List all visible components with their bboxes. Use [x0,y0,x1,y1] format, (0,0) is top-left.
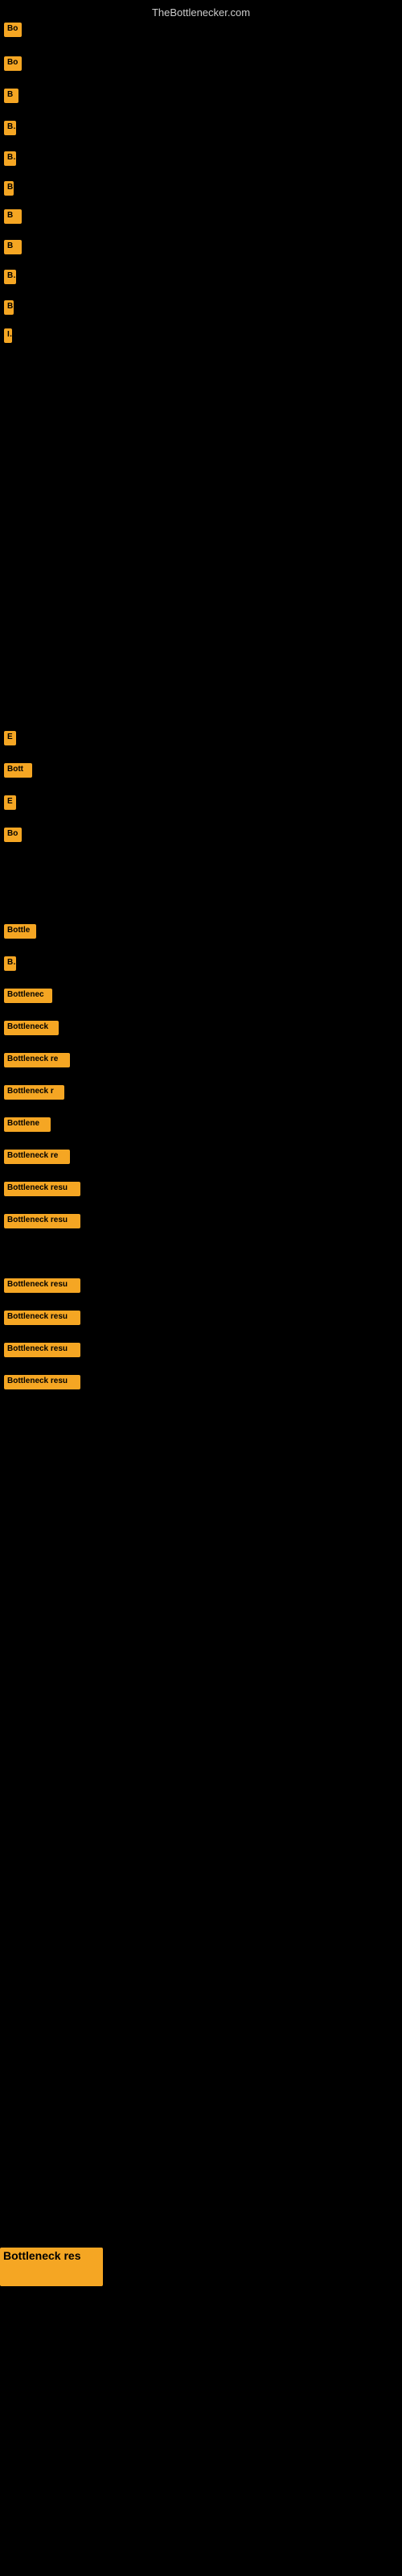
bottleneck-badge[interactable]: Bottleneck resu [4,1375,80,1389]
bottleneck-badge[interactable]: Bottleneck resu [4,1214,80,1228]
bottleneck-badge[interactable]: Bottleneck resu [4,1343,80,1357]
bottleneck-badge[interactable]: Bottleneck resu [4,1182,80,1196]
bottleneck-badge[interactable]: B [4,89,18,103]
bottleneck-badge[interactable]: B [4,270,16,284]
bottleneck-badge[interactable]: Bottleneck resu [4,1278,80,1293]
bottleneck-badge[interactable]: Bottleneck res [0,2248,103,2286]
bottleneck-badge[interactable]: Bottlenec [4,989,52,1003]
bottleneck-badge[interactable]: B [4,121,16,135]
bottleneck-badge[interactable]: B [4,151,16,166]
bottleneck-badge[interactable]: Bo [4,23,22,37]
bottleneck-badge[interactable]: Bott [4,763,32,778]
bottleneck-badge[interactable]: I [4,328,12,343]
bottleneck-badge[interactable]: E [4,731,16,745]
bottleneck-badge[interactable]: Bottleneck re [4,1053,70,1067]
bottleneck-badge[interactable]: Bottlene [4,1117,51,1132]
bottleneck-badge[interactable]: Bottle [4,924,36,939]
bottleneck-badge[interactable]: E [4,795,16,810]
bottleneck-badge[interactable]: B [4,209,22,224]
bottleneck-badge[interactable]: Bo [4,56,22,71]
bottleneck-badge[interactable]: Bottleneck [4,1021,59,1035]
bottleneck-badge[interactable]: Bottleneck resu [4,1311,80,1325]
bottleneck-badge[interactable]: Bottleneck re [4,1150,70,1164]
site-title: TheBottlenecker.com [152,6,250,19]
bottleneck-badge[interactable]: Bo [4,828,22,842]
bottleneck-badge[interactable]: Bottleneck r [4,1085,64,1100]
bottleneck-badge[interactable]: B [4,240,22,254]
bottleneck-badge[interactable]: B [4,300,14,315]
bottleneck-badge[interactable]: B [4,181,14,196]
bottleneck-badge[interactable]: B [4,956,16,971]
